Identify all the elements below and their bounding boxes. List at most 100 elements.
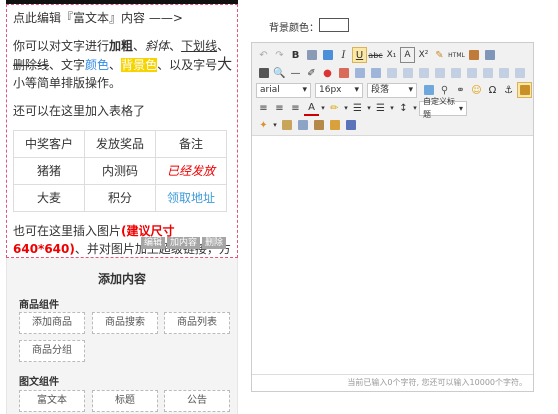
delete-button[interactable]: 删除 <box>202 237 227 249</box>
merge-right-icon[interactable] <box>480 65 495 81</box>
paragraph-select[interactable]: 段落 ▾ <box>367 82 417 98</box>
highlight-color-icon[interactable]: ✏ <box>327 100 342 116</box>
insert-paragraph-icon[interactable] <box>384 65 399 81</box>
insert-row-icon[interactable] <box>400 65 415 81</box>
delete-row-icon[interactable] <box>416 65 431 81</box>
chevron-down-icon[interactable]: ▾ <box>412 100 418 116</box>
date-icon[interactable] <box>336 65 351 81</box>
rich-text-component-button[interactable]: 富文本 <box>19 390 85 412</box>
special-char-icon[interactable]: Ω <box>485 82 500 98</box>
big-text: 大 <box>217 55 233 73</box>
custom-style-select[interactable]: 自定义标题 ▾ <box>419 97 467 119</box>
product-list-button[interactable]: 商品列表 <box>164 312 230 334</box>
chevron-down-icon: ▾ <box>408 84 413 95</box>
font-size-value: 16px <box>319 84 342 95</box>
font-color-icon[interactable]: A <box>304 100 319 116</box>
group-label-media: 图文组件 <box>19 377 59 388</box>
toolbar-row-3: arial ▾ 16px ▾ 段落 ▾ ⚲ ⚭ ☺ Ω ⚓ <box>256 81 532 99</box>
table-cell-link[interactable]: 领取地址 <box>155 184 227 212</box>
chevron-down-icon[interactable]: ▾ <box>343 100 349 116</box>
clear-doc-icon[interactable] <box>279 117 294 133</box>
line-height-icon[interactable]: ↕ <box>396 100 411 116</box>
font-family-select[interactable]: arial ▾ <box>256 82 311 98</box>
product-group-button[interactable]: 商品分组 <box>19 340 85 362</box>
split-cells-icon[interactable] <box>512 65 527 81</box>
insert-table-icon[interactable] <box>352 65 367 81</box>
edit-button[interactable]: 编辑 <box>141 237 166 249</box>
bold-icon[interactable]: B <box>288 47 303 63</box>
notice-component-button[interactable]: 公告 <box>164 390 230 412</box>
add-content-button[interactable]: 加内容 <box>167 237 201 249</box>
page-root: 点此编辑『富文本』内容 ——> 你可以对文字进行加粗、斜体、下划线、删除线、文字… <box>0 0 558 414</box>
chevron-down-icon[interactable]: ▾ <box>366 100 372 116</box>
table-cell: 大麦 <box>13 184 85 212</box>
template-icon[interactable] <box>482 47 497 63</box>
product-search-button[interactable]: 商品搜索 <box>92 312 158 334</box>
eraser-icon[interactable]: ✎ <box>432 47 447 63</box>
chevron-down-icon[interactable]: ▾ <box>389 100 395 116</box>
paragraph-value: 段落 <box>371 84 390 95</box>
table-row: 大麦 积分 领取地址 <box>13 184 227 212</box>
html-icon[interactable]: HTML <box>448 47 465 63</box>
format-match-icon[interactable] <box>304 47 319 63</box>
pen-icon[interactable]: ✐ <box>304 65 319 81</box>
image-text: 也可在这里插入图片 <box>13 224 122 238</box>
brush-icon[interactable] <box>320 47 335 63</box>
align-left-icon[interactable]: ≡ <box>256 100 271 116</box>
word-image-icon[interactable] <box>517 82 532 98</box>
page-break-icon[interactable] <box>295 117 310 133</box>
attachment-icon[interactable] <box>327 117 342 133</box>
chevron-down-icon: ▾ <box>354 84 359 95</box>
ordered-list-icon[interactable]: ☰ <box>350 100 365 116</box>
magic-wand-icon[interactable]: ✦ <box>256 117 271 133</box>
emotion-icon[interactable]: ☺ <box>469 82 484 98</box>
rich-format-paragraph: 你可以对文字进行加粗、斜体、下划线、删除线、文字颜色、背景色、以及字号大小等简单… <box>13 37 233 92</box>
merge-cells-icon[interactable] <box>464 65 479 81</box>
horizontal-rule-icon[interactable]: — <box>288 65 303 81</box>
delete-table-icon[interactable] <box>368 65 383 81</box>
undo-icon[interactable]: ↶ <box>256 47 271 63</box>
unordered-list-icon[interactable]: ☰ <box>373 100 388 116</box>
title-component-button[interactable]: 标题 <box>92 390 158 412</box>
sep-text: 、 <box>169 39 182 53</box>
strikethrough-icon[interactable]: abc <box>368 47 383 63</box>
table-header-cell: 中奖客户 <box>13 130 85 158</box>
table-cell-status: 已经发放 <box>155 157 227 185</box>
bg-color-swatch[interactable] <box>319 18 349 32</box>
italic-icon[interactable]: I <box>336 47 351 63</box>
add-product-button[interactable]: 添加商品 <box>19 312 85 334</box>
anchor-icon[interactable]: ⚓ <box>501 82 516 98</box>
search-replace-icon[interactable]: 🔍 <box>272 65 287 81</box>
strike-text: 删除线 <box>13 58 50 72</box>
italic-text: 斜体 <box>145 39 170 53</box>
table-header-cell: 发放奖品 <box>84 130 156 158</box>
superscript-icon[interactable]: X² <box>416 47 431 63</box>
font-size-select[interactable]: 16px ▾ <box>315 82 363 98</box>
print-icon[interactable] <box>256 65 271 81</box>
subscript-icon[interactable]: X₁ <box>384 47 399 63</box>
background-text: 背景色 <box>121 58 158 72</box>
rich-text-block[interactable]: 点此编辑『富文本』内容 ——> 你可以对文字进行加粗、斜体、下划线、删除线、文字… <box>6 4 238 258</box>
align-center-icon[interactable]: ≡ <box>272 100 287 116</box>
align-right-icon[interactable]: ≡ <box>288 100 303 116</box>
sep-text: 、 <box>133 39 146 53</box>
map-pin-icon[interactable]: ● <box>320 65 335 81</box>
merge-down-icon[interactable] <box>496 65 511 81</box>
block-action-bar: 编辑 加内容 删除 <box>141 237 227 249</box>
toolbar-row-4: ≡ ≡ ≡ A ▾ ✏ ▾ ☰ ▾ ☰ ▾ ↕ ▾ 自定义标题 ▾ <box>256 97 470 119</box>
chevron-down-icon[interactable]: ▾ <box>272 117 278 133</box>
rich-table-intro: 还可以在这里加入表格了 <box>13 104 146 118</box>
preview-icon[interactable] <box>466 47 481 63</box>
underline-text: 下划线 <box>181 39 218 53</box>
insert-col-icon[interactable] <box>432 65 447 81</box>
redo-icon[interactable]: ↷ <box>272 47 287 63</box>
chevron-down-icon: ▾ <box>302 84 307 95</box>
music-icon[interactable] <box>343 117 358 133</box>
underline-icon[interactable]: U <box>352 47 367 63</box>
delete-col-icon[interactable] <box>448 65 463 81</box>
table-header-cell: 备注 <box>155 130 227 158</box>
chevron-down-icon[interactable]: ▾ <box>320 100 326 116</box>
template-doc-icon[interactable] <box>311 117 326 133</box>
format-text: 小等简单排版操作。 <box>13 76 122 90</box>
fontborder-icon[interactable]: A <box>400 47 415 63</box>
